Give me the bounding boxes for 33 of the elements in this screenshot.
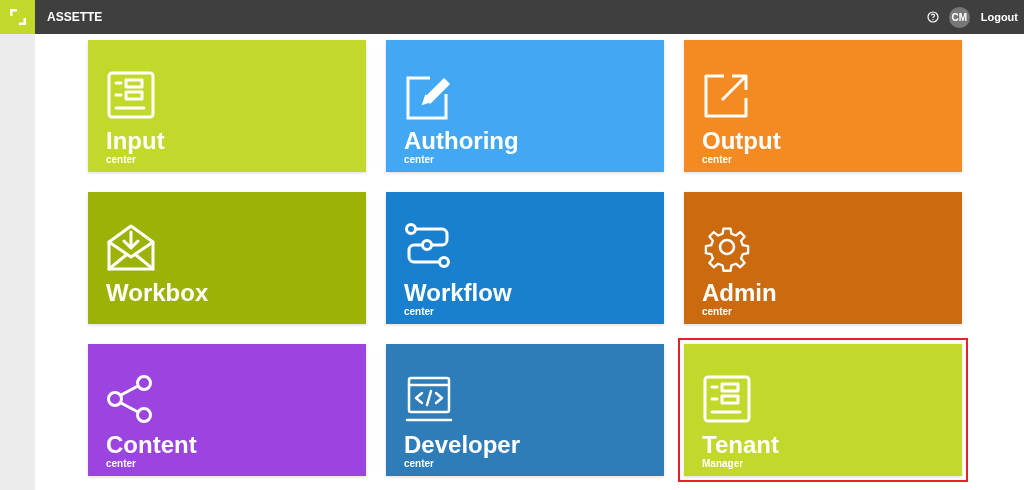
tile-subtitle: Manager: [702, 458, 744, 470]
tile-title: Workbox: [106, 280, 209, 306]
app-tile[interactable]: Workbox: [88, 192, 366, 324]
tile-subtitle: center: [106, 458, 136, 470]
code-window-icon: [404, 374, 454, 424]
tile-subtitle: center: [404, 306, 434, 318]
app-tile[interactable]: Admin center: [684, 192, 962, 324]
tile-title: Output: [702, 128, 781, 154]
logout-link[interactable]: Logout: [980, 11, 1018, 23]
tile-title: Workflow: [404, 280, 512, 306]
app-tile[interactable]: Developer center: [386, 344, 664, 476]
tile-title: Tenant: [702, 432, 779, 458]
tile-title: Input: [106, 128, 165, 154]
form-icon: [702, 374, 752, 424]
help-icon[interactable]: [926, 11, 939, 23]
logo-icon: [9, 9, 26, 25]
form-icon: [106, 70, 156, 120]
app-title: ASSETTE: [47, 10, 104, 24]
tile-title: Developer: [404, 432, 521, 458]
tile-subtitle: center: [702, 154, 732, 166]
tile-title: Admin: [702, 280, 777, 306]
tile-subtitle: center: [106, 154, 136, 166]
tile-subtitle: center: [404, 154, 434, 166]
app-tile[interactable]: Output center: [684, 40, 962, 172]
app-tile[interactable]: Content center: [88, 344, 366, 476]
app-tile[interactable]: Workflow center: [386, 192, 664, 324]
tile-subtitle: center: [404, 458, 434, 470]
envelope-icon: [106, 222, 156, 272]
tile-title: Content: [106, 432, 197, 458]
app-tile[interactable]: Authoring center: [386, 40, 664, 172]
tile-subtitle: center: [702, 306, 732, 318]
tile-title: Authoring: [404, 128, 519, 154]
user-avatar[interactable]: CM: [948, 6, 970, 28]
